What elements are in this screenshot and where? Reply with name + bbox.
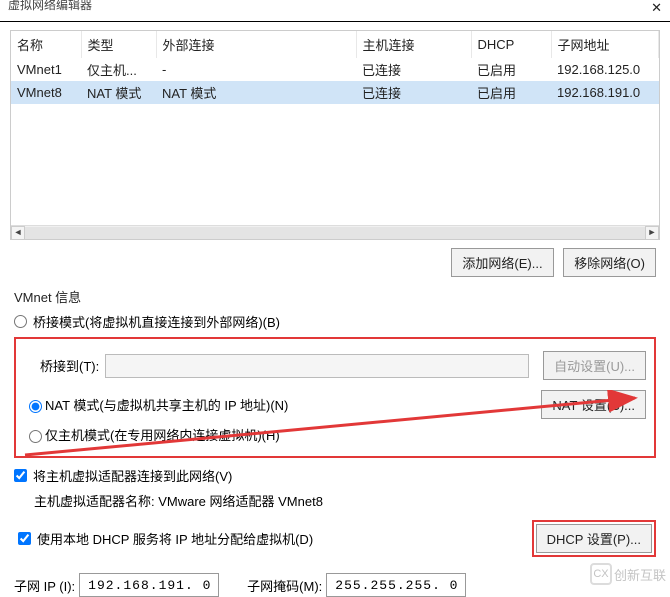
- radio-nat-label: NAT 模式(与虚拟机共享主机的 IP 地址)(N): [45, 395, 535, 414]
- subnet-ip-row: 子网 IP (I): 子网掩码(M):: [14, 573, 656, 597]
- subnet-ip-label: 子网 IP (I):: [14, 576, 75, 595]
- cell-type: 仅主机...: [81, 58, 156, 81]
- cell-dhcp: 已启用: [471, 81, 551, 104]
- radio-bridged-label: 桥接模式(将虚拟机直接连接到外部网络)(B): [33, 312, 280, 331]
- cell-type: NAT 模式: [81, 81, 156, 104]
- host-adapter-name: 主机虚拟适配器名称: VMware 网络适配器 VMnet8: [34, 491, 670, 510]
- cell-name: VMnet1: [11, 58, 81, 81]
- scroll-track[interactable]: [25, 227, 645, 239]
- bridged-to-row: 桥接到(T): 自动设置(U)...: [24, 351, 646, 380]
- bridged-to-label: 桥接到(T):: [40, 356, 99, 375]
- host-adapter-check-label: 将主机虚拟适配器连接到此网络(V): [33, 466, 232, 485]
- host-adapter-checkbox[interactable]: [14, 469, 27, 482]
- horizontal-scrollbar[interactable]: ◄ ►: [11, 225, 659, 239]
- subnet-mask-input[interactable]: [326, 573, 466, 597]
- col-name[interactable]: 名称: [11, 31, 81, 58]
- dhcp-settings-button[interactable]: DHCP 设置(P)...: [536, 524, 652, 553]
- radio-nat-row[interactable]: NAT 模式(与虚拟机共享主机的 IP 地址)(N) NAT 设置(S)...: [24, 390, 646, 419]
- table-row[interactable]: VMnet8 NAT 模式 NAT 模式 已连接 已启用 192.168.191…: [11, 81, 659, 104]
- auto-settings-button[interactable]: 自动设置(U)...: [543, 351, 646, 380]
- col-ext[interactable]: 外部连接: [156, 31, 356, 58]
- cell-host: 已连接: [356, 58, 471, 81]
- radio-nat[interactable]: [29, 400, 42, 413]
- nat-settings-button[interactable]: NAT 设置(S)...: [541, 390, 646, 419]
- titlebar: 虚拟网络编辑器 ✕: [0, 0, 670, 22]
- dhcp-row: 使用本地 DHCP 服务将 IP 地址分配给虚拟机(D) DHCP 设置(P).…: [14, 520, 656, 557]
- subnet-mask-label: 子网掩码(M):: [247, 576, 322, 595]
- cell-name: VMnet8: [11, 81, 81, 104]
- cell-ext: -: [156, 58, 356, 81]
- dhcp-check-label: 使用本地 DHCP 服务将 IP 地址分配给虚拟机(D): [37, 529, 313, 548]
- remove-network-button[interactable]: 移除网络(O): [563, 248, 656, 277]
- scroll-right-icon[interactable]: ►: [645, 226, 659, 240]
- cell-ext: NAT 模式: [156, 81, 356, 104]
- table-row[interactable]: VMnet1 仅主机... - 已连接 已启用 192.168.125.0: [11, 58, 659, 81]
- col-host[interactable]: 主机连接: [356, 31, 471, 58]
- dhcp-checkbox[interactable]: [18, 532, 31, 545]
- network-buttons-row: 添加网络(E)... 移除网络(O): [0, 248, 656, 277]
- highlight-box-2: DHCP 设置(P)...: [532, 520, 656, 557]
- scroll-left-icon[interactable]: ◄: [11, 226, 25, 240]
- add-network-button[interactable]: 添加网络(E)...: [451, 248, 553, 277]
- radio-hostonly-label: 仅主机模式(在专用网络内连接虚拟机)(H): [45, 425, 280, 444]
- host-adapter-check-row[interactable]: 将主机虚拟适配器连接到此网络(V): [14, 466, 670, 485]
- col-type[interactable]: 类型: [81, 31, 156, 58]
- radio-bridged[interactable]: [14, 315, 27, 328]
- watermark-logo-icon: CX: [590, 563, 612, 585]
- radio-hostonly[interactable]: [29, 430, 42, 443]
- table-header-row: 名称 类型 外部连接 主机连接 DHCP 子网地址: [11, 31, 659, 58]
- close-icon[interactable]: ✕: [651, 0, 662, 16]
- network-table: 名称 类型 外部连接 主机连接 DHCP 子网地址 VMnet1 仅主机... …: [10, 30, 660, 240]
- cell-host: 已连接: [356, 81, 471, 104]
- watermark: CX 创新互联: [590, 563, 666, 585]
- radio-bridged-row[interactable]: 桥接模式(将虚拟机直接连接到外部网络)(B): [14, 312, 656, 331]
- vmnet-info-region: 桥接模式(将虚拟机直接连接到外部网络)(B) 桥接到(T): 自动设置(U)..…: [14, 312, 656, 458]
- cell-subnet: 192.168.191.0: [551, 81, 659, 104]
- highlight-box-1: 桥接到(T): 自动设置(U)... NAT 模式(与虚拟机共享主机的 IP 地…: [14, 337, 656, 458]
- vmnet-info-label: VMnet 信息: [14, 287, 670, 306]
- bridged-to-combo[interactable]: [105, 354, 529, 378]
- col-subnet[interactable]: 子网地址: [551, 31, 659, 58]
- col-dhcp[interactable]: DHCP: [471, 31, 551, 58]
- subnet-ip-input[interactable]: [79, 573, 219, 597]
- cell-subnet: 192.168.125.0: [551, 58, 659, 81]
- window-title: 虚拟网络编辑器: [8, 0, 92, 13]
- watermark-text: 创新互联: [614, 565, 666, 584]
- radio-hostonly-row[interactable]: 仅主机模式(在专用网络内连接虚拟机)(H): [24, 425, 646, 444]
- cell-dhcp: 已启用: [471, 58, 551, 81]
